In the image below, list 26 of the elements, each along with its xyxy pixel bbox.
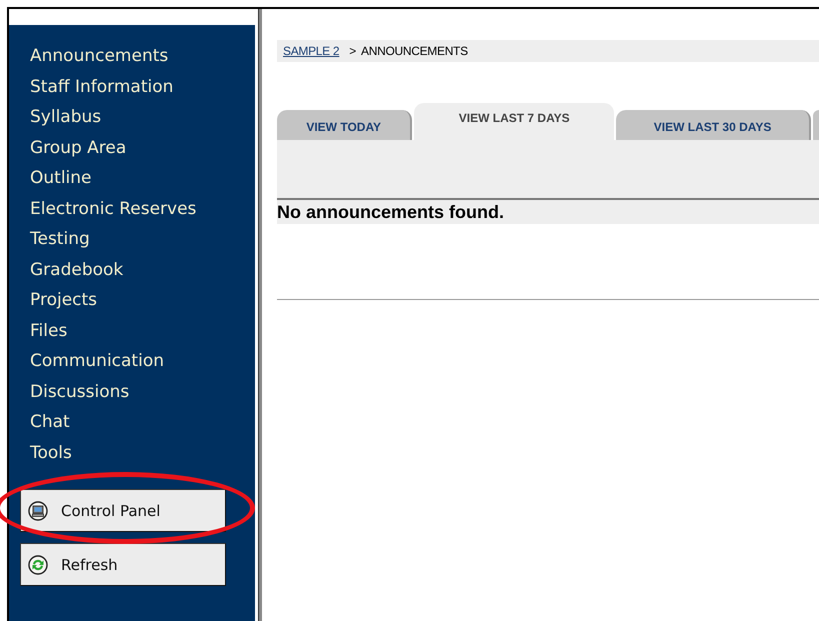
breadcrumb-separator: > [349, 44, 356, 58]
breadcrumb-current: ANNOUNCEMENTS [361, 44, 468, 58]
sidebar-item[interactable]: Chat [30, 407, 70, 438]
tab-edge [813, 110, 819, 140]
sidebar-button[interactable]: Refresh [20, 543, 226, 586]
sidebar-item[interactable]: Group Area [30, 132, 126, 163]
sidebar-button[interactable]: Control Panel [20, 489, 226, 532]
sidebar-item[interactable]: Electronic Reserves [30, 194, 196, 224]
sidebar-item[interactable]: Discussions [30, 376, 130, 407]
sidebar-item[interactable]: Gradebook [30, 254, 124, 285]
sidebar-item[interactable]: Communication [30, 346, 164, 376]
tab[interactable]: VIEW TODAY [277, 110, 412, 140]
sidebar-item[interactable]: Outline [30, 163, 92, 194]
breadcrumb-link[interactable]: SAMPLE 2 [283, 44, 340, 58]
tab[interactable]: VIEW LAST 30 DAYS [616, 110, 812, 140]
refresh-icon [28, 554, 48, 574]
sidebar-item[interactable]: Projects [30, 285, 98, 316]
computer-icon [28, 500, 48, 520]
sidebar-item[interactable]: Testing [30, 224, 90, 254]
sidebar-item[interactable]: Tools [30, 438, 72, 468]
empty-message: No announcements found. [277, 200, 819, 224]
sidebar-item[interactable]: Staff Information [30, 72, 174, 102]
sidebar-item[interactable]: Syllabus [30, 102, 102, 132]
sidebar-item[interactable]: Announcements [30, 41, 168, 72]
tab[interactable]: VIEW LAST 7 DAYS [414, 103, 614, 140]
sidebar-item[interactable]: Files [30, 316, 68, 346]
